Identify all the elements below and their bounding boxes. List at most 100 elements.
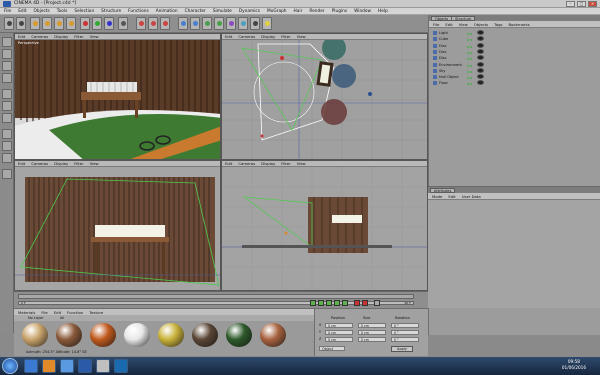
menu-objects[interactable]: Objects bbox=[34, 9, 50, 14]
apply-button[interactable]: Apply bbox=[391, 346, 413, 352]
material-swatch[interactable] bbox=[192, 323, 218, 347]
cinema4d-taskbar-icon[interactable] bbox=[78, 359, 92, 373]
auto-key-icon[interactable] bbox=[362, 300, 368, 306]
play-icon[interactable] bbox=[326, 300, 332, 306]
enable-axis-icon[interactable] bbox=[2, 129, 12, 139]
start-button-icon[interactable] bbox=[2, 358, 18, 374]
coord-field-rot[interactable]: 0 ° bbox=[391, 323, 419, 328]
object-row[interactable]: Disc bbox=[429, 48, 600, 55]
vp-menu-edit[interactable]: Edit bbox=[225, 161, 232, 166]
camera-icon[interactable] bbox=[250, 17, 260, 30]
minimize-button[interactable]: – bbox=[566, 1, 575, 7]
viewport-front[interactable]: Edit Cameras Display Filter View bbox=[14, 160, 221, 291]
z-axis-icon[interactable] bbox=[104, 17, 114, 30]
rotate-icon[interactable] bbox=[66, 17, 76, 30]
om-menu-view[interactable]: View bbox=[459, 22, 468, 27]
om-menu-objects[interactable]: Objects bbox=[474, 22, 488, 27]
record-key-icon[interactable] bbox=[354, 300, 360, 306]
deformer-icon[interactable] bbox=[226, 17, 236, 30]
render-view-icon[interactable] bbox=[136, 17, 146, 30]
workplane-icon[interactable] bbox=[2, 73, 12, 83]
light-icon[interactable] bbox=[262, 17, 272, 30]
material-swatch[interactable] bbox=[260, 323, 286, 347]
mat-menu-texture[interactable]: Texture bbox=[89, 310, 103, 315]
om-menu-file[interactable]: File bbox=[433, 22, 439, 27]
vp-menu-display[interactable]: Display bbox=[54, 161, 68, 166]
material-swatch[interactable] bbox=[124, 323, 150, 347]
material-tag-icon[interactable] bbox=[477, 61, 484, 67]
render-picture-viewer-icon[interactable] bbox=[148, 17, 158, 30]
polygons-mode-icon[interactable] bbox=[2, 113, 12, 123]
coord-field-pos[interactable]: 0 cm bbox=[325, 337, 353, 342]
menu-edit[interactable]: Edit bbox=[18, 9, 26, 14]
model-mode-icon[interactable] bbox=[2, 49, 12, 59]
coord-mode-select[interactable]: Object bbox=[319, 346, 345, 351]
undo-icon[interactable] bbox=[4, 17, 14, 30]
visibility-dots[interactable] bbox=[467, 56, 473, 61]
visibility-dots[interactable] bbox=[467, 31, 473, 35]
viewport-perspective[interactable]: Edit Cameras Display Filter View Perspec bbox=[14, 33, 221, 160]
mat-menu-function[interactable]: Function bbox=[67, 310, 83, 315]
vp-menu-edit[interactable]: Edit bbox=[225, 34, 232, 39]
y-axis-icon[interactable] bbox=[92, 17, 102, 30]
prev-frame-icon[interactable] bbox=[318, 300, 324, 306]
browser-icon[interactable] bbox=[60, 359, 74, 373]
texture-mode-icon[interactable] bbox=[2, 61, 12, 71]
system-clock[interactable]: 09:58 01/06/2016 bbox=[562, 359, 586, 371]
menu-hair[interactable]: Hair bbox=[294, 9, 303, 14]
coord-field-rot[interactable]: 0 ° bbox=[391, 337, 419, 342]
maximize-button[interactable]: □ bbox=[577, 1, 586, 7]
visibility-dots[interactable] bbox=[467, 44, 473, 48]
material-tag-icon[interactable] bbox=[477, 55, 484, 61]
attr-menu-mode[interactable]: Mode bbox=[432, 194, 442, 199]
snap-icon[interactable] bbox=[2, 153, 12, 163]
move-icon[interactable] bbox=[42, 17, 52, 30]
material-tag-icon[interactable] bbox=[477, 42, 484, 48]
coord-field-size[interactable]: 0 cm bbox=[358, 337, 386, 342]
spline-pen-icon[interactable] bbox=[190, 17, 200, 30]
vp-menu-view[interactable]: View bbox=[297, 161, 306, 166]
material-swatch[interactable] bbox=[90, 323, 116, 347]
timeline-ruler[interactable] bbox=[18, 294, 414, 299]
menu-help[interactable]: Help bbox=[378, 9, 388, 14]
nurbs-icon[interactable] bbox=[202, 17, 212, 30]
om-menu-bookmarks[interactable]: Bookmarks bbox=[509, 22, 530, 27]
vp-menu-view[interactable]: View bbox=[297, 34, 306, 39]
coord-field-rot[interactable]: 0 ° bbox=[391, 330, 419, 335]
object-row[interactable]: Sky bbox=[429, 67, 600, 74]
close-button[interactable]: × bbox=[588, 1, 597, 7]
menu-structure[interactable]: Structure bbox=[101, 9, 121, 14]
filter-no-layer[interactable]: No Layer bbox=[28, 316, 44, 320]
viewport-right[interactable]: Edit Cameras Display Filter View bbox=[221, 160, 428, 291]
visibility-dots[interactable] bbox=[467, 50, 473, 54]
coord-field-size[interactable]: 0 cm bbox=[358, 323, 386, 328]
next-frame-icon[interactable] bbox=[334, 300, 340, 306]
material-swatch[interactable] bbox=[56, 323, 82, 347]
x-axis-icon[interactable] bbox=[80, 17, 90, 30]
live-selection-icon[interactable] bbox=[30, 17, 40, 30]
redo-icon[interactable] bbox=[16, 17, 26, 30]
attr-menu-user-data[interactable]: User Data bbox=[462, 194, 481, 199]
cube-object-icon[interactable] bbox=[178, 17, 188, 30]
edges-mode-icon[interactable] bbox=[2, 101, 12, 111]
material-swatch[interactable] bbox=[158, 323, 184, 347]
vp-menu-cameras[interactable]: Cameras bbox=[31, 34, 48, 39]
make-editable-icon[interactable] bbox=[2, 37, 12, 47]
material-tag-icon[interactable] bbox=[477, 74, 484, 80]
explorer-icon[interactable] bbox=[24, 359, 38, 373]
om-menu-tags[interactable]: Tags bbox=[494, 22, 502, 27]
material-tag-icon[interactable] bbox=[477, 80, 484, 86]
vp-menu-view[interactable]: View bbox=[90, 34, 99, 39]
visibility-dots[interactable] bbox=[467, 81, 473, 86]
material-tag-icon[interactable] bbox=[477, 36, 484, 42]
vp-menu-edit[interactable]: Edit bbox=[18, 34, 25, 39]
filter-all[interactable]: All bbox=[60, 316, 64, 320]
visibility-dots[interactable] bbox=[467, 69, 473, 73]
coord-field-pos[interactable]: 0 cm bbox=[325, 323, 353, 328]
vp-menu-display[interactable]: Display bbox=[261, 161, 275, 166]
vp-menu-filter[interactable]: Filter bbox=[281, 161, 290, 166]
object-row[interactable]: Floor bbox=[429, 80, 600, 86]
mat-menu-edit[interactable]: Edit bbox=[54, 310, 61, 315]
ie-icon[interactable] bbox=[114, 359, 128, 373]
vp-menu-cameras[interactable]: Cameras bbox=[238, 34, 255, 39]
